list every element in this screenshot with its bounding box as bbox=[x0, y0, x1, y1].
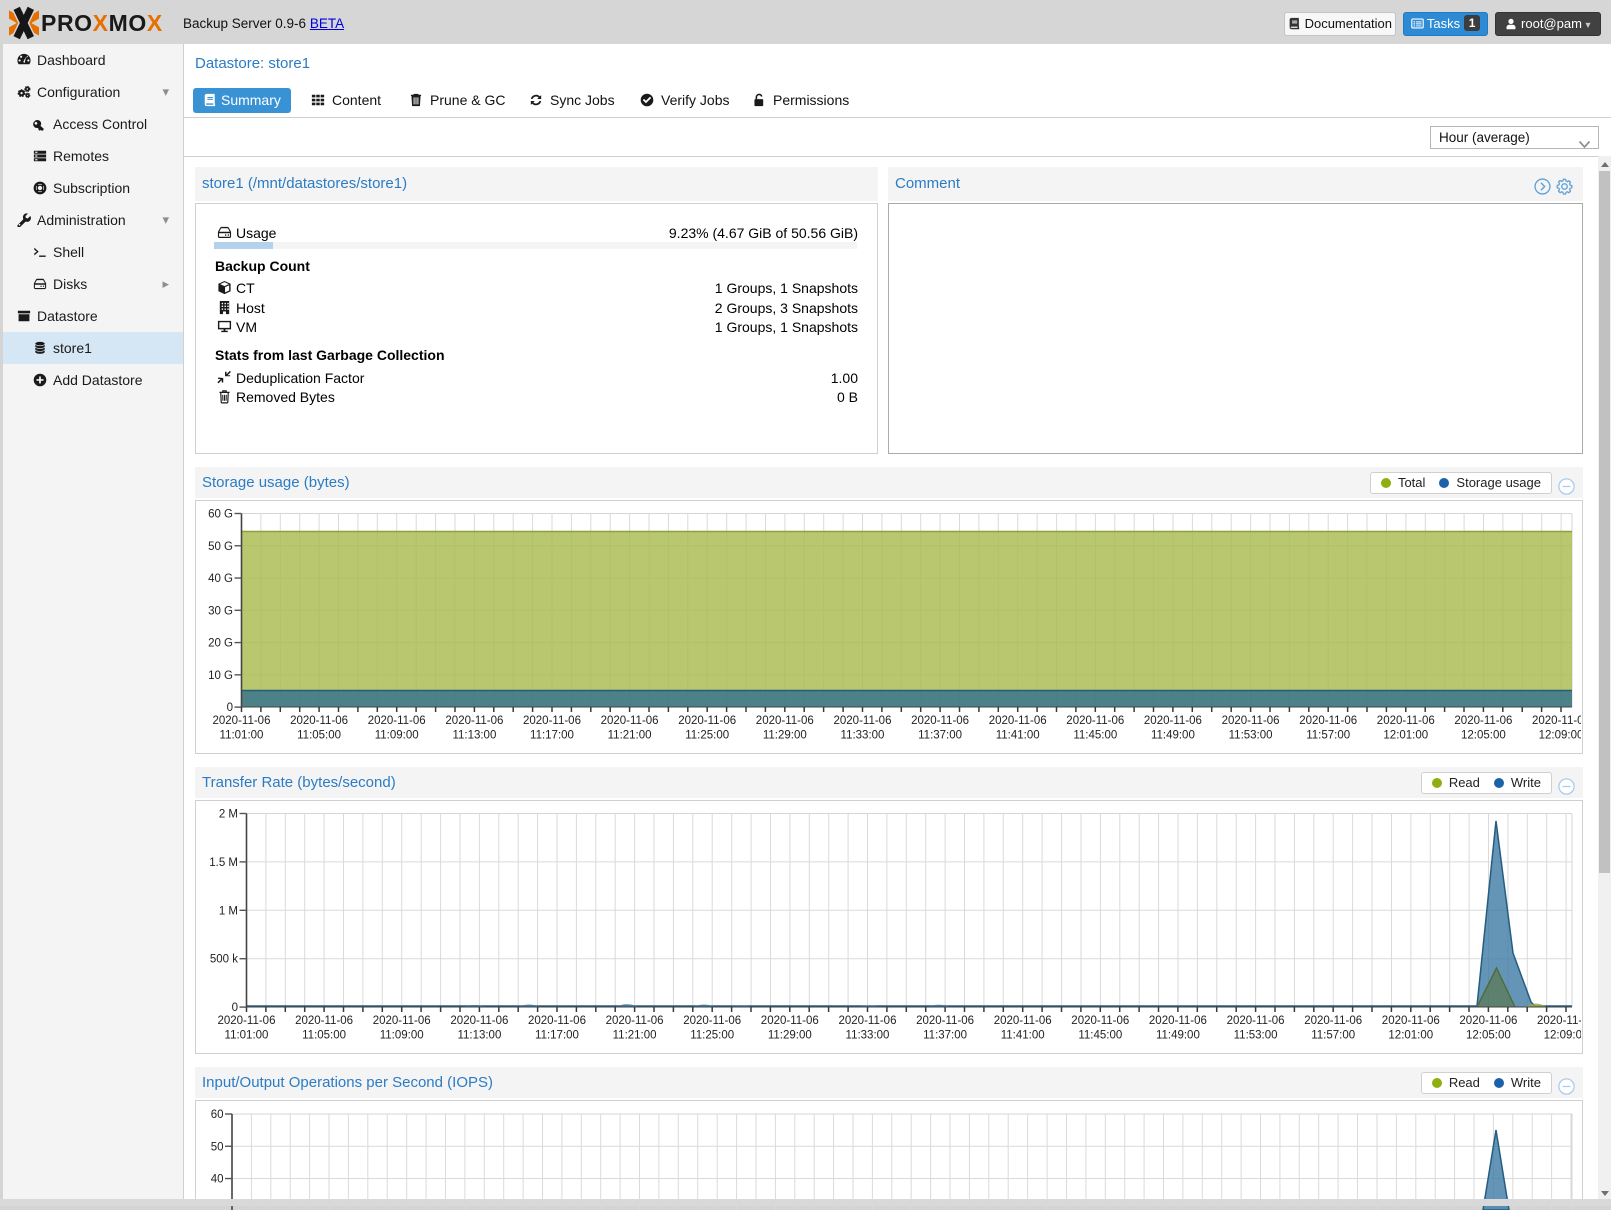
svg-text:2020-11-06: 2020-11-06 bbox=[911, 715, 969, 727]
svg-text:40 G: 40 G bbox=[208, 573, 233, 585]
svg-text:11:17:00: 11:17:00 bbox=[535, 1030, 579, 1042]
svg-text:2020-11-06: 2020-11-06 bbox=[368, 715, 426, 727]
svg-text:60 G: 60 G bbox=[208, 509, 233, 521]
svg-text:11:45:00: 11:45:00 bbox=[1078, 1030, 1122, 1042]
svg-text:11:45:00: 11:45:00 bbox=[1073, 730, 1117, 742]
svg-text:2020-11-06: 2020-11-06 bbox=[523, 715, 581, 727]
svg-text:1.5 M: 1.5 M bbox=[209, 857, 238, 869]
svg-text:0: 0 bbox=[227, 702, 233, 714]
svg-text:2020-11-06: 2020-11-06 bbox=[1304, 1015, 1362, 1027]
svg-text:11:29:00: 11:29:00 bbox=[763, 730, 807, 742]
svg-text:2020-11-06: 2020-11-06 bbox=[839, 1015, 897, 1027]
svg-text:2020-11-06: 2020-11-06 bbox=[994, 1015, 1052, 1027]
svg-text:2020-11-06: 2020-11-06 bbox=[756, 715, 814, 727]
svg-text:11:01:00: 11:01:00 bbox=[220, 730, 264, 742]
svg-text:2020-11-06: 2020-11-06 bbox=[213, 715, 271, 727]
svg-text:12:01:00: 12:01:00 bbox=[1388, 1030, 1433, 1042]
svg-text:11:49:00: 11:49:00 bbox=[1151, 730, 1195, 742]
svg-text:12:09:00: 12:09:00 bbox=[1539, 730, 1581, 742]
svg-text:2020-11-06: 2020-11-06 bbox=[373, 1015, 431, 1027]
svg-text:2020-11-06: 2020-11-06 bbox=[1071, 1015, 1129, 1027]
svg-text:2020-11-06: 2020-11-06 bbox=[1227, 1015, 1285, 1027]
svg-text:11:41:00: 11:41:00 bbox=[996, 730, 1040, 742]
svg-text:2020-11-06: 2020-11-06 bbox=[1144, 715, 1202, 727]
svg-text:11:21:00: 11:21:00 bbox=[613, 1030, 657, 1042]
svg-text:11:33:00: 11:33:00 bbox=[846, 1030, 890, 1042]
svg-text:2020-11-06: 2020-11-06 bbox=[678, 715, 736, 727]
svg-text:2 M: 2 M bbox=[219, 809, 238, 821]
svg-text:2020-11-06: 2020-11-06 bbox=[601, 715, 659, 727]
svg-text:11:25:00: 11:25:00 bbox=[685, 730, 729, 742]
svg-text:11:49:00: 11:49:00 bbox=[1156, 1030, 1200, 1042]
svg-text:2020-11-06: 2020-11-06 bbox=[761, 1015, 819, 1027]
svg-text:50 G: 50 G bbox=[208, 541, 233, 553]
svg-text:11:21:00: 11:21:00 bbox=[608, 730, 652, 742]
svg-text:2020-11-06: 2020-11-06 bbox=[989, 715, 1047, 727]
svg-text:2020-11-06: 2020-11-06 bbox=[290, 715, 348, 727]
svg-text:PROXMOX: PROXMOX bbox=[41, 10, 163, 36]
svg-text:11:09:00: 11:09:00 bbox=[375, 730, 419, 742]
svg-text:12:01:00: 12:01:00 bbox=[1383, 730, 1428, 742]
svg-text:2020-11-06: 2020-11-06 bbox=[683, 1015, 741, 1027]
svg-text:2020-11-06: 2020-11-06 bbox=[1066, 715, 1124, 727]
svg-text:50: 50 bbox=[211, 1141, 224, 1153]
svg-text:12:05:00: 12:05:00 bbox=[1461, 730, 1506, 742]
svg-text:2020-11-06: 2020-11-06 bbox=[916, 1015, 974, 1027]
svg-text:12:09:00: 12:09:00 bbox=[1544, 1030, 1581, 1042]
svg-text:2020-11-06: 2020-11-06 bbox=[1377, 715, 1435, 727]
svg-text:2020-11-06: 2020-11-06 bbox=[1459, 1015, 1517, 1027]
svg-text:2020-11-06: 2020-11-06 bbox=[218, 1015, 276, 1027]
svg-text:11:09:00: 11:09:00 bbox=[380, 1030, 424, 1042]
svg-text:11:05:00: 11:05:00 bbox=[302, 1030, 346, 1042]
svg-text:11:41:00: 11:41:00 bbox=[1001, 1030, 1045, 1042]
svg-text:11:53:00: 11:53:00 bbox=[1229, 730, 1273, 742]
svg-text:2020-11-06: 2020-11-06 bbox=[1299, 715, 1357, 727]
svg-text:11:13:00: 11:13:00 bbox=[457, 1030, 501, 1042]
svg-text:60: 60 bbox=[211, 1109, 224, 1121]
svg-text:500 k: 500 k bbox=[210, 954, 238, 966]
svg-text:11:29:00: 11:29:00 bbox=[768, 1030, 812, 1042]
svg-text:2020-11-06: 2020-11-06 bbox=[528, 1015, 586, 1027]
svg-text:2020-11-06: 2020-11-06 bbox=[1382, 1015, 1440, 1027]
svg-text:2020-11-06: 2020-11-06 bbox=[606, 1015, 664, 1027]
svg-text:1 M: 1 M bbox=[219, 905, 238, 917]
svg-text:11:53:00: 11:53:00 bbox=[1234, 1030, 1278, 1042]
svg-text:11:37:00: 11:37:00 bbox=[918, 730, 962, 742]
svg-text:12:05:00: 12:05:00 bbox=[1466, 1030, 1511, 1042]
svg-text:11:57:00: 11:57:00 bbox=[1306, 730, 1350, 742]
svg-text:2020-11-06: 2020-11-06 bbox=[1532, 715, 1581, 727]
svg-text:20 G: 20 G bbox=[208, 638, 233, 650]
svg-text:2020-11-06: 2020-11-06 bbox=[1454, 715, 1512, 727]
svg-text:10 G: 10 G bbox=[208, 670, 233, 682]
svg-text:2020-11-06: 2020-11-06 bbox=[450, 1015, 508, 1027]
svg-text:11:01:00: 11:01:00 bbox=[225, 1030, 269, 1042]
svg-text:11:13:00: 11:13:00 bbox=[452, 730, 496, 742]
svg-text:11:57:00: 11:57:00 bbox=[1311, 1030, 1355, 1042]
svg-text:2020-11-06: 2020-11-06 bbox=[834, 715, 892, 727]
svg-text:2020-11-06: 2020-11-06 bbox=[1222, 715, 1280, 727]
svg-text:0: 0 bbox=[232, 1002, 238, 1014]
svg-text:2020-11-06: 2020-11-06 bbox=[1149, 1015, 1207, 1027]
svg-text:11:05:00: 11:05:00 bbox=[297, 730, 341, 742]
svg-text:11:37:00: 11:37:00 bbox=[923, 1030, 967, 1042]
svg-text:11:17:00: 11:17:00 bbox=[530, 730, 574, 742]
svg-text:2020-11-06: 2020-11-06 bbox=[445, 715, 503, 727]
svg-text:2020-11-06: 2020-11-06 bbox=[1537, 1015, 1581, 1027]
svg-text:11:25:00: 11:25:00 bbox=[690, 1030, 734, 1042]
svg-text:30 G: 30 G bbox=[208, 605, 233, 617]
svg-text:11:33:00: 11:33:00 bbox=[841, 730, 885, 742]
svg-text:2020-11-06: 2020-11-06 bbox=[295, 1015, 353, 1027]
svg-text:40: 40 bbox=[211, 1174, 224, 1186]
